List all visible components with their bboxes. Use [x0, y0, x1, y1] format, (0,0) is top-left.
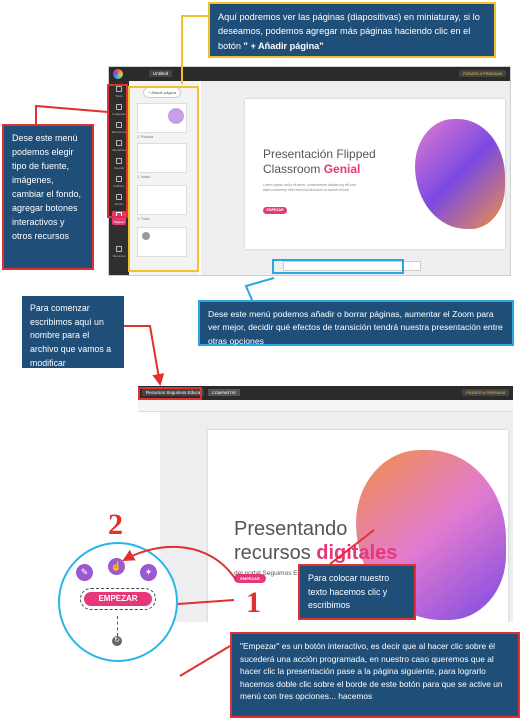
connector-text	[329, 529, 375, 565]
connector-bottom-menu	[244, 277, 275, 301]
connector-button	[179, 645, 231, 677]
connector-thumbnails	[181, 15, 208, 84]
arrow-to-zoom	[122, 545, 237, 581]
connector-filename	[124, 325, 165, 386]
connector-left-menu	[35, 104, 109, 124]
connector-lines	[35, 15, 375, 677]
connector-zoom	[177, 599, 235, 605]
